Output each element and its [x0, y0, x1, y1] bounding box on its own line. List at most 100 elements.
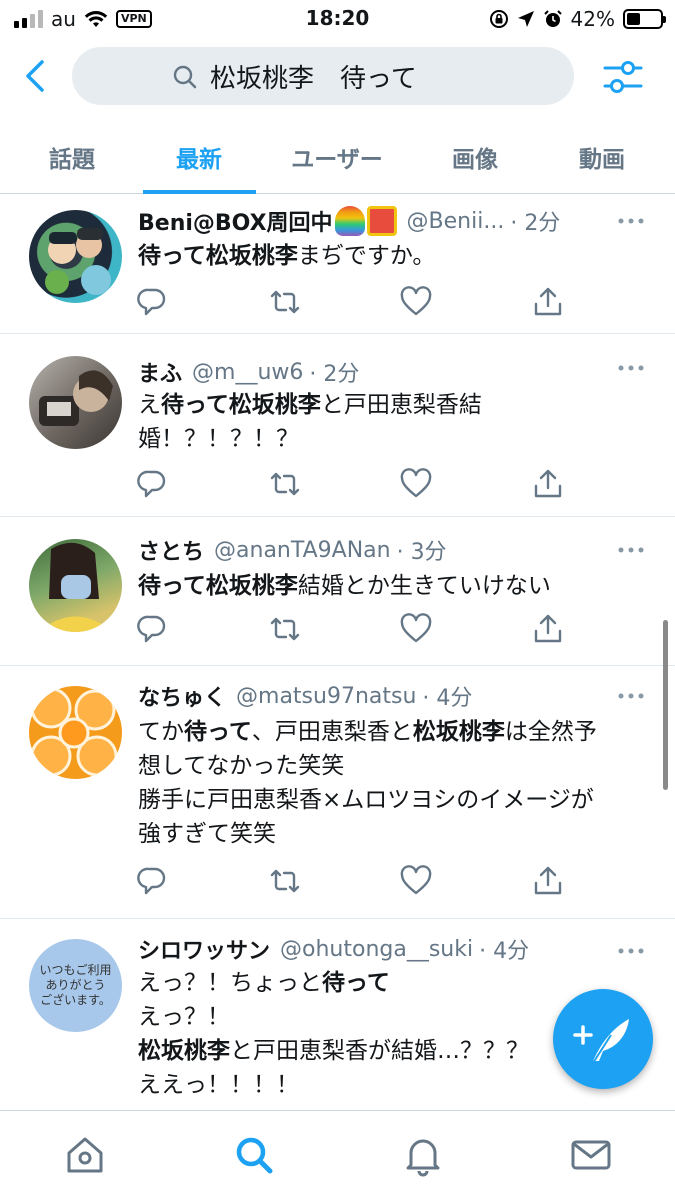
reply-button[interactable] — [136, 286, 168, 318]
home-icon[interactable] — [63, 1133, 107, 1177]
highlighted-keyword: 松坂桃李 — [412, 719, 505, 745]
more-options-icon[interactable] — [617, 691, 645, 701]
text-segment: 強すぎて笑笑 — [138, 821, 276, 847]
share-button[interactable] — [532, 468, 564, 500]
tab-trending[interactable]: 話題 — [7, 140, 137, 174]
more-options-icon[interactable] — [617, 216, 645, 226]
tweet[interactable]: なちゅく @matsu97natsu · 4分 てか待って、戸田恵梨香と松坂桃李… — [0, 666, 675, 919]
retweet-icon — [270, 290, 300, 314]
search-input[interactable]: 松坂桃李 待って — [72, 47, 574, 105]
text-segment: え — [138, 392, 161, 418]
user-name[interactable]: シロワッサン — [138, 933, 270, 965]
retweet-button[interactable] — [269, 865, 301, 897]
reply-icon — [137, 288, 166, 316]
share-button[interactable] — [532, 865, 564, 897]
tweet-text-line: えっ？！ちょっと待って — [138, 966, 529, 1000]
tweet-feed[interactable]: Beni@BOX周回中 @Benii... · 2分 待って松坂桃李まぢですか。… — [0, 195, 675, 1110]
tab-latest[interactable]: 最新 — [134, 140, 264, 174]
scrollbar[interactable] — [663, 620, 668, 790]
search-header: 松坂桃李 待って — [0, 38, 675, 116]
reply-icon — [137, 470, 166, 498]
battery-fill — [627, 13, 641, 25]
tweet[interactable]: さとち @ananTA9ANan · 3分 待って松坂桃李結婚とか生きていけない — [0, 517, 675, 666]
tweet-text-line: 想してなかった笑笑 — [138, 749, 597, 783]
avatar[interactable] — [29, 539, 122, 632]
more-options-icon[interactable] — [617, 545, 645, 555]
tweet[interactable]: まふ @m__uw6 · 2分 え待って松坂桃李と戸田恵梨香結婚！？！？！？ — [0, 334, 675, 517]
share-icon — [534, 866, 562, 895]
tweet-header: まふ @m__uw6 · 2分 — [138, 356, 359, 388]
user-handle[interactable]: @m__uw6 — [192, 360, 303, 385]
user-name[interactable]: Beni@BOX周回中 — [138, 205, 333, 237]
user-handle[interactable]: @ohutonga__suki — [280, 937, 473, 962]
status-bar: au VPN 18:20 42% — [0, 0, 675, 38]
sliders-icon[interactable] — [603, 58, 643, 96]
share-icon — [534, 614, 562, 643]
user-handle[interactable]: @matsu97natsu — [236, 684, 416, 709]
search-icon[interactable] — [232, 1133, 276, 1177]
tweet-actions — [136, 468, 566, 500]
heart-button[interactable] — [400, 865, 432, 897]
text-segment: まぢですか。 — [297, 243, 436, 269]
tweet-text-line: 勝手に戸田恵梨香×ムロツヨシのイメージが — [138, 783, 597, 817]
notifications-icon[interactable] — [401, 1133, 445, 1177]
location-icon — [517, 11, 534, 27]
tweet-time: · 2分 — [510, 211, 561, 236]
tab-videos[interactable]: 動画 — [537, 140, 667, 174]
tweet-text: てか待って、戸田恵梨香と松坂桃李は全然予想してなかった笑笑勝手に戸田恵梨香×ムロ… — [138, 715, 597, 851]
tweet-text-line: 婚！？！？！？ — [138, 422, 482, 456]
alarm-icon — [543, 10, 562, 27]
heart-icon — [400, 286, 432, 316]
user-name[interactable]: なちゅく — [138, 680, 226, 712]
tab-images[interactable]: 画像 — [410, 140, 540, 174]
text-segment: 想してなかった笑笑 — [138, 753, 345, 779]
retweet-button[interactable] — [269, 468, 301, 500]
compose-tweet-button[interactable] — [553, 989, 653, 1089]
heart-icon — [400, 865, 432, 895]
highlighted-keyword: 待って松坂桃李 — [138, 243, 298, 269]
tweet-time: · 4分 — [479, 939, 530, 964]
text-segment: 婚！？！？！？ — [138, 426, 299, 452]
avatar[interactable] — [29, 356, 122, 449]
avatar-image — [30, 687, 118, 777]
user-handle[interactable]: @ananTA9ANan — [214, 538, 391, 563]
text-segment: と戸田恵梨香が結婚…？？？ — [230, 1038, 529, 1064]
tab-users[interactable]: ユーザー — [272, 140, 402, 174]
share-button[interactable] — [532, 613, 564, 645]
user-name[interactable]: さとち — [138, 534, 204, 566]
battery-icon — [623, 9, 666, 29]
tweet-text: え待って松坂桃李と戸田恵梨香結婚！？！？！？ — [138, 388, 482, 456]
messages-icon[interactable] — [569, 1133, 613, 1177]
tweet-header: さとち @ananTA9ANan · 3分 — [138, 534, 447, 566]
avatar-image — [39, 542, 113, 632]
avatar[interactable]: いつもご利用 ありがとう ございます。 — [29, 939, 122, 1032]
retweet-button[interactable] — [269, 286, 301, 318]
bottom-navigation — [0, 1110, 675, 1200]
tweet-text: 待って松坂桃李結婚とか生きていけない — [138, 569, 551, 603]
more-options-icon[interactable] — [617, 946, 645, 956]
tweet-text-line: え待って松坂桃李と戸田恵梨香結 — [138, 388, 482, 422]
heart-button[interactable] — [400, 286, 432, 318]
reply-button[interactable] — [136, 468, 168, 500]
retweet-icon — [270, 869, 300, 893]
heart-icon — [400, 613, 432, 643]
avatar-text-line: ございます。 — [40, 993, 111, 1007]
avatar[interactable] — [29, 210, 122, 303]
user-name[interactable]: まふ — [138, 356, 182, 388]
avatar[interactable] — [29, 686, 122, 779]
avatar-text-line: いつもご利用 — [39, 963, 112, 977]
reply-button[interactable] — [136, 613, 168, 645]
share-button[interactable] — [532, 286, 564, 318]
tweet[interactable]: Beni@BOX周回中 @Benii... · 2分 待って松坂桃李まぢですか。 — [0, 195, 675, 334]
tweet-text-line: てか待って、戸田恵梨香と松坂桃李は全然予 — [138, 715, 597, 749]
rainbow-emoji-icon — [334, 206, 365, 236]
highlighted-keyword: 待って — [322, 970, 390, 996]
user-handle[interactable]: @Benii... — [407, 209, 505, 234]
more-options-icon[interactable] — [617, 363, 645, 373]
retweet-button[interactable] — [269, 613, 301, 645]
heart-button[interactable] — [400, 468, 432, 500]
chevron-left-icon[interactable] — [20, 56, 52, 96]
heart-button[interactable] — [400, 613, 432, 645]
tweet-time: · 4分 — [422, 686, 473, 711]
reply-button[interactable] — [136, 865, 168, 897]
